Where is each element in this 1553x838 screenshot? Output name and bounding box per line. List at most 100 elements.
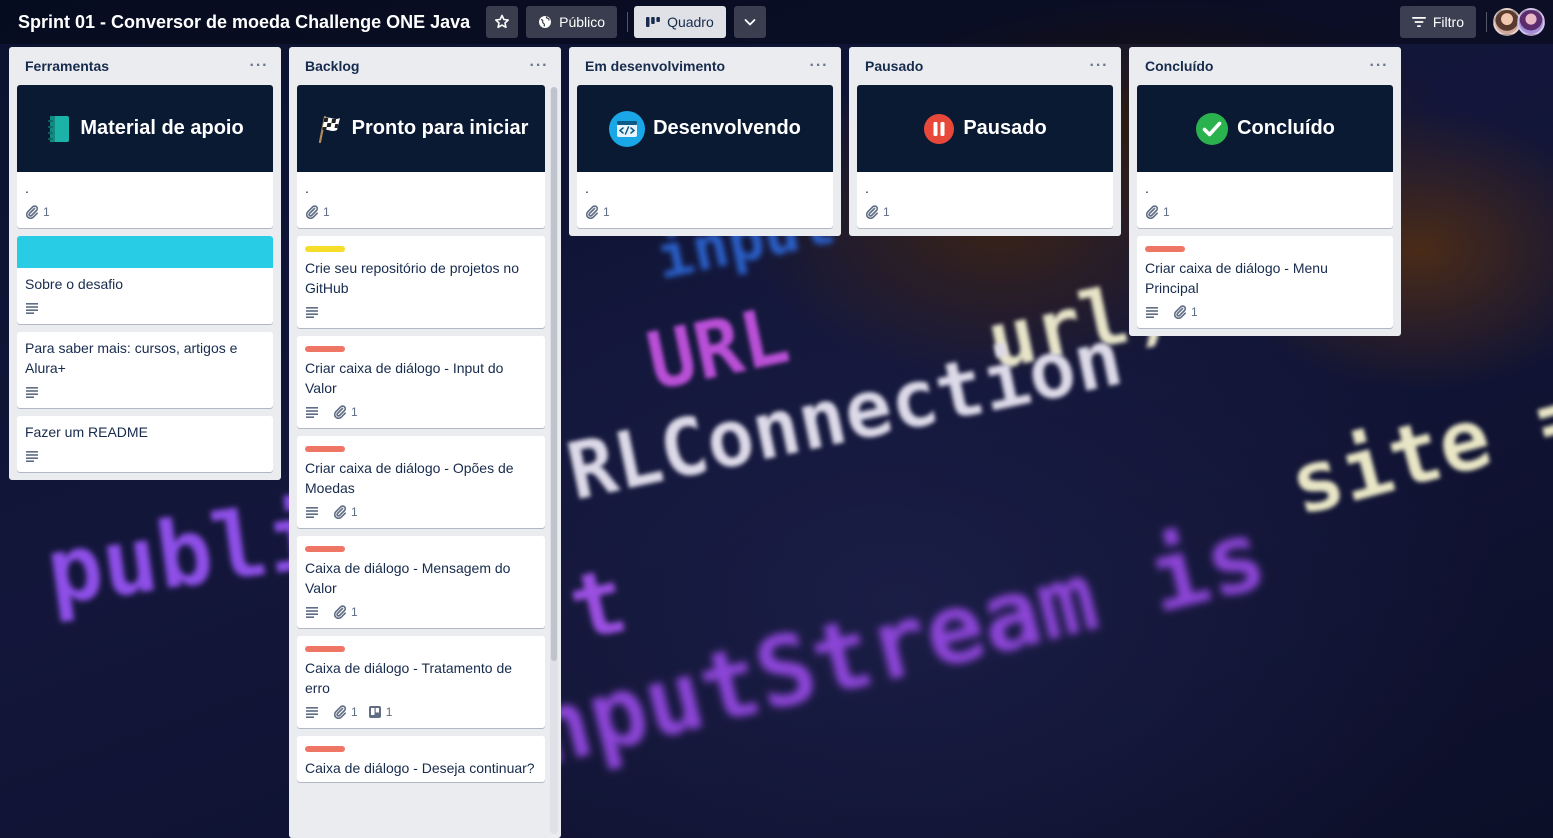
card-title: Caixa de diálogo - Mensagem do Valor xyxy=(305,560,511,596)
more-icon[interactable]: ··· xyxy=(1365,54,1393,78)
card[interactable]: Criar caixa de diálogo - Opões de Moedas… xyxy=(297,436,545,528)
description-icon xyxy=(305,506,323,518)
attachment-badge: 1 xyxy=(25,205,50,219)
board-title[interactable]: Sprint 01 - Conversor de moeda Challenge… xyxy=(18,12,470,33)
card-title: . xyxy=(865,180,869,196)
card[interactable]: Fazer um README xyxy=(17,416,273,472)
list-header[interactable]: Backlog ··· xyxy=(297,47,547,85)
card-cover-title: Desenvolvendo xyxy=(653,117,801,139)
paperclip-icon xyxy=(333,405,347,419)
list-pausado: Pausado ··· Pausado . 1 xyxy=(849,47,1121,236)
board-view-label: Quadro xyxy=(667,14,714,30)
attachment-badge: 1 xyxy=(333,505,358,519)
more-icon[interactable]: ··· xyxy=(525,54,553,78)
card[interactable]: Desenvolvendo . 1 xyxy=(577,85,833,228)
attachment-badge: 1 xyxy=(333,405,358,419)
more-icon[interactable]: ··· xyxy=(245,54,273,78)
list-header[interactable]: Em desenvolvimento ··· xyxy=(577,47,833,85)
check-circle-icon xyxy=(1195,112,1229,146)
more-icon[interactable]: ··· xyxy=(805,54,833,78)
description-icon xyxy=(305,306,323,318)
paperclip-icon xyxy=(25,205,39,219)
card[interactable]: Material de apoio . 1 xyxy=(17,85,273,228)
header-divider xyxy=(1486,12,1487,32)
code-window-icon xyxy=(609,110,646,147)
trello-board-icon xyxy=(368,706,381,718)
list-header[interactable]: Pausado ··· xyxy=(857,47,1113,85)
background-code-text: t xyxy=(560,547,637,663)
star-icon xyxy=(495,14,510,29)
more-icon[interactable]: ··· xyxy=(1085,54,1113,78)
list-concluido: Concluído ··· Concluído . 1 Criar caixa … xyxy=(1129,47,1401,336)
card-cover: Desenvolvendo xyxy=(577,85,833,172)
card-cover-title: Concluído xyxy=(1237,117,1335,139)
board-view-button[interactable]: Quadro xyxy=(634,6,726,38)
filter-button[interactable]: Filtro xyxy=(1399,6,1476,38)
card-title: Crie seu repositório de projetos no GitH… xyxy=(305,260,520,296)
list-title[interactable]: Pausado xyxy=(865,58,923,74)
chevron-down-icon xyxy=(744,19,756,26)
card[interactable]: Criar caixa de diálogo - Menu Principal … xyxy=(1137,236,1393,328)
pause-icon xyxy=(923,113,955,145)
list-header[interactable]: Concluído ··· xyxy=(1137,47,1393,85)
card[interactable]: Concluído . 1 xyxy=(1137,85,1393,228)
list-ferramentas: Ferramentas ··· Material de apoio . 1 So… xyxy=(9,47,281,480)
card[interactable]: Crie seu repositório de projetos no GitH… xyxy=(297,236,545,328)
paperclip-icon xyxy=(1173,305,1187,319)
board-members xyxy=(1493,8,1545,36)
attachment-count: 1 xyxy=(883,205,890,219)
card[interactable]: Sobre o desafio xyxy=(17,236,273,324)
card[interactable]: Pausado . 1 xyxy=(857,85,1113,228)
attachment-count: 1 xyxy=(323,205,330,219)
card[interactable]: Para saber mais: cursos, artigos e Alura… xyxy=(17,332,273,408)
card-label-red[interactable] xyxy=(305,346,345,352)
board-view-icon xyxy=(646,16,660,28)
card-title: Criar caixa de diálogo - Opões de Moedas xyxy=(305,460,514,496)
card-label-red[interactable] xyxy=(305,646,345,652)
card[interactable]: Caixa de diálogo - Tratamento de erro 1 … xyxy=(297,636,545,728)
card-label-red[interactable] xyxy=(305,746,345,752)
card[interactable]: Pronto para iniciar . 1 xyxy=(297,85,545,228)
card-title: Sobre o desafio xyxy=(25,276,124,292)
star-button[interactable] xyxy=(486,6,519,38)
attachment-count: 1 xyxy=(1191,305,1198,319)
card-cover: Material de apoio xyxy=(17,85,273,172)
header-divider xyxy=(627,12,629,32)
card-title: . xyxy=(1145,180,1149,196)
list-title[interactable]: Backlog xyxy=(305,58,359,74)
paperclip-icon xyxy=(1145,205,1159,219)
description-icon xyxy=(305,406,323,418)
card-label-yellow[interactable] xyxy=(305,246,345,252)
member-avatar[interactable] xyxy=(1517,8,1545,36)
card-label-red[interactable] xyxy=(305,446,345,452)
card-title: Caixa de diálogo - Tratamento de erro xyxy=(305,660,513,696)
card[interactable]: Caixa de diálogo - Deseja continuar? xyxy=(297,736,545,782)
card-title: Criar caixa de diálogo - Menu Principal xyxy=(1145,260,1328,296)
list-title[interactable]: Em desenvolvimento xyxy=(585,58,725,74)
trello-card-badge: 1 xyxy=(368,705,392,719)
list-title[interactable]: Concluído xyxy=(1145,58,1213,74)
description-icon xyxy=(305,706,323,718)
list-title[interactable]: Ferramentas xyxy=(25,58,109,74)
attachment-count: 1 xyxy=(351,405,358,419)
filter-label: Filtro xyxy=(1432,14,1464,30)
attachment-count: 1 xyxy=(1163,205,1170,219)
card[interactable]: Caixa de diálogo - Mensagem do Valor 1 xyxy=(297,536,545,628)
view-switcher-button[interactable] xyxy=(733,6,766,38)
attachment-badge: 1 xyxy=(585,205,610,219)
attachment-count: 1 xyxy=(351,605,358,619)
card-label-red[interactable] xyxy=(305,546,345,552)
card-color-cover xyxy=(17,236,273,268)
card-cover-title: Material de apoio xyxy=(80,117,244,139)
card[interactable]: Criar caixa de diálogo - Input do Valor … xyxy=(297,336,545,428)
list-scrollbar[interactable] xyxy=(550,87,558,834)
visibility-label: Público xyxy=(559,14,606,30)
card-label-red[interactable] xyxy=(1145,246,1185,252)
scrollbar-thumb[interactable] xyxy=(551,87,557,661)
paperclip-icon xyxy=(333,505,347,519)
globe-icon xyxy=(538,15,552,29)
attachment-count: 1 xyxy=(603,205,610,219)
visibility-button[interactable]: Público xyxy=(526,6,618,38)
card-cover-title: Pronto para iniciar xyxy=(351,117,529,139)
list-header[interactable]: Ferramentas ··· xyxy=(17,47,273,85)
